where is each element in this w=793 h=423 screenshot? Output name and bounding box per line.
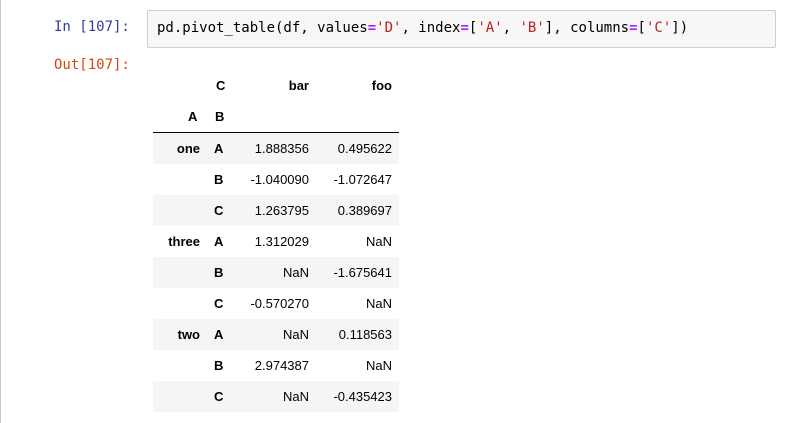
table-row: C NaN -0.435423 xyxy=(153,381,399,412)
cell-bar: 1.888356 xyxy=(254,141,309,156)
notebook-page: In [107]: pd.pivot_table(df, values='D',… xyxy=(0,0,793,423)
index-level-a: one xyxy=(176,141,200,156)
table-row: three A 1.312029 NaN xyxy=(153,226,399,257)
table-row: B -1.040090 -1.072647 xyxy=(153,164,399,195)
index-level-b: C xyxy=(214,389,224,404)
columns-name-label: C xyxy=(216,78,226,93)
cell-bar: 2.974387 xyxy=(254,358,309,373)
cell-bar: NaN xyxy=(282,327,309,342)
index-level-b: A xyxy=(214,327,224,342)
table-row: C 1.263795 0.389697 xyxy=(153,195,399,226)
index-level-a: two xyxy=(177,327,200,342)
code-string: 'A' xyxy=(477,20,503,36)
cell-foo: NaN xyxy=(365,296,392,311)
index-level-b: B xyxy=(214,172,224,187)
table-row: C -0.570270 NaN xyxy=(153,288,399,319)
code-text: , index xyxy=(401,20,461,36)
column-header-bar: bar xyxy=(288,78,309,93)
code-text: , xyxy=(502,20,520,36)
index-level-a: three xyxy=(168,234,200,249)
code-string: 'C' xyxy=(645,20,672,36)
index-name-b: B xyxy=(215,109,225,124)
column-header-foo: foo xyxy=(371,78,392,93)
output-prompt: Out[107]: xyxy=(54,57,130,73)
cell-foo: NaN xyxy=(365,358,392,373)
code-operator: = xyxy=(367,20,377,36)
index-level-b: C xyxy=(214,203,224,218)
index-level-b: C xyxy=(214,296,224,311)
input-prompt: In [107]: xyxy=(54,19,130,35)
cell-bar: NaN xyxy=(282,265,309,280)
code-operator: = xyxy=(629,20,638,36)
cell-left-border xyxy=(0,0,1,423)
cell-foo: NaN xyxy=(365,234,392,249)
cell-bar: -0.570270 xyxy=(250,296,309,311)
cell-foo: -1.072647 xyxy=(333,172,392,187)
code-operator: = xyxy=(460,20,469,36)
code-string: 'D' xyxy=(376,20,402,36)
cell-foo: -1.675641 xyxy=(333,265,392,280)
code-bracket: [ xyxy=(637,20,646,36)
index-level-b: B xyxy=(214,265,224,280)
cell-foo: 0.118563 xyxy=(338,327,392,342)
index-level-b: B xyxy=(214,358,224,373)
pivot-table: C bar foo A B one A 1.888356 0.495622 B … xyxy=(153,70,399,412)
code-string: 'B' xyxy=(519,20,545,36)
code-line[interactable]: pd.pivot_table(df, values='D', index=['A… xyxy=(157,20,688,36)
cell-bar: 1.263795 xyxy=(254,203,309,218)
cell-bar: NaN xyxy=(282,389,309,404)
code-function: pd.pivot_table(df, values xyxy=(157,20,368,36)
column-header-row: C bar foo xyxy=(153,70,399,101)
index-header-row: A B xyxy=(153,101,399,133)
cell-foo: 0.495622 xyxy=(337,141,392,156)
table-row: B NaN -1.675641 xyxy=(153,257,399,288)
table-row: one A 1.888356 0.495622 xyxy=(153,133,399,164)
code-text: ]) xyxy=(671,20,689,36)
cell-foo: -0.435423 xyxy=(333,389,392,404)
index-level-b: A xyxy=(214,141,224,156)
cell-foo: 0.389697 xyxy=(337,203,392,218)
cell-bar: 1.312029 xyxy=(254,234,309,249)
index-name-a: A xyxy=(188,109,198,124)
table-row: B 2.974387 NaN xyxy=(153,350,399,381)
table-row: two A NaN 0.118563 xyxy=(153,319,399,350)
code-input-area[interactable]: pd.pivot_table(df, values='D', index=['A… xyxy=(147,10,776,48)
cell-bar: -1.040090 xyxy=(250,172,309,187)
index-level-b: A xyxy=(214,234,224,249)
code-text: ], columns xyxy=(544,20,630,36)
